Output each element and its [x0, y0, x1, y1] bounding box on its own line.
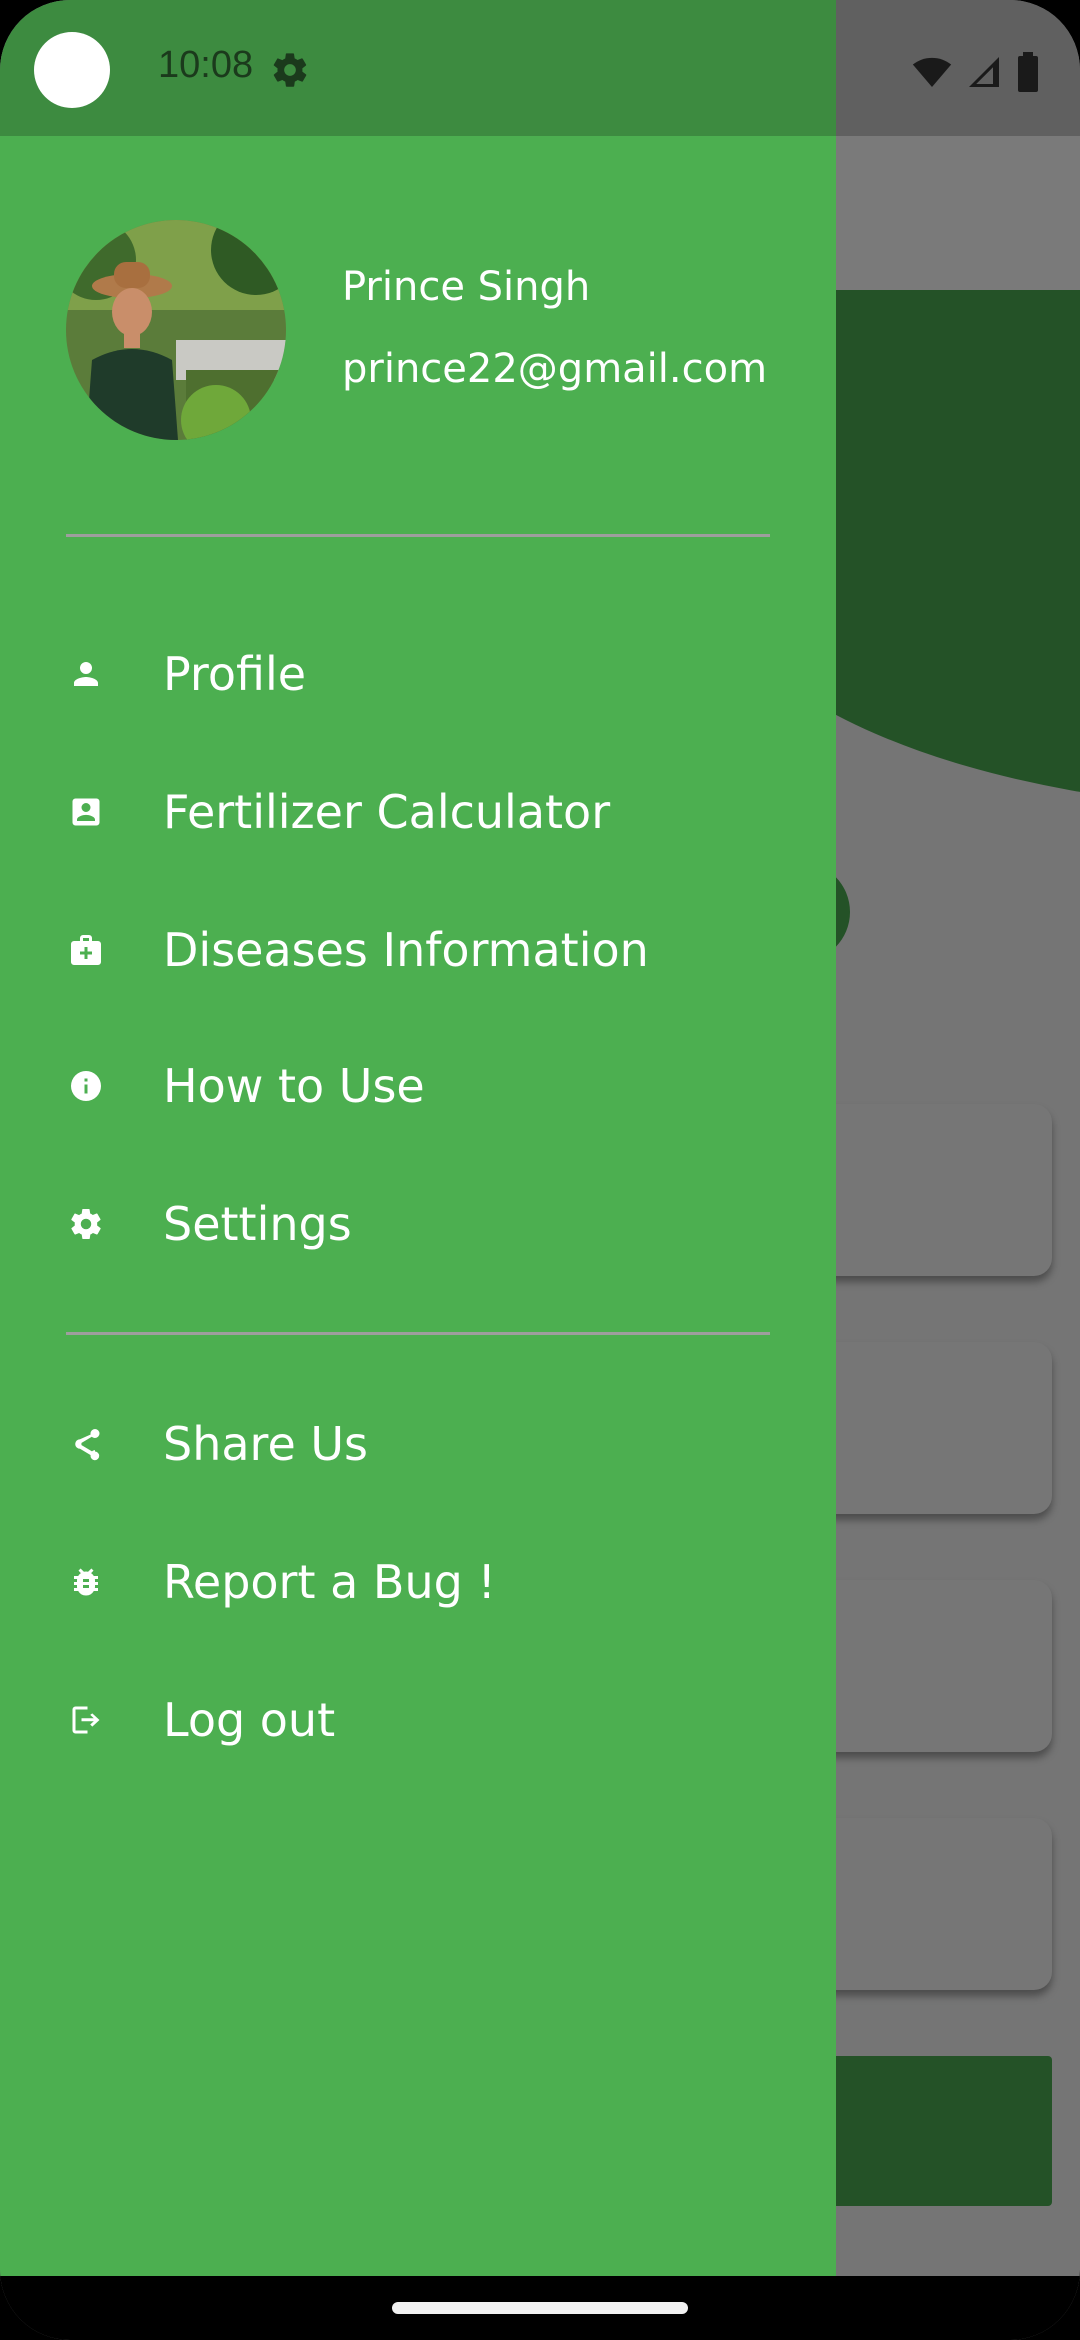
info-icon — [66, 1066, 106, 1106]
menu-item-label: Share Us — [163, 1417, 369, 1471]
bug-icon — [66, 1562, 106, 1602]
camera-cutout — [34, 32, 110, 108]
menu-item-settings[interactable]: Settings — [0, 1164, 836, 1284]
menu-item-label: How to Use — [163, 1059, 425, 1113]
user-name: Prince Singh — [342, 264, 591, 310]
divider — [66, 534, 770, 537]
status-bar-tinted — [0, 0, 836, 136]
menu-item-how-to-use[interactable]: How to Use — [0, 1026, 836, 1146]
menu-item-label: Settings — [163, 1197, 352, 1251]
menu-item-fertilizer-calculator[interactable]: Fertilizer Calculator — [0, 752, 836, 872]
contact-card-icon — [66, 792, 106, 832]
menu-item-label: Profile — [163, 647, 307, 701]
divider — [66, 1332, 770, 1335]
gear-icon — [66, 1204, 106, 1244]
share-icon — [66, 1424, 106, 1464]
menu-item-label: Report a Bug ! — [163, 1555, 496, 1609]
menu-item-label: Fertilizer Calculator — [163, 785, 611, 839]
avatar[interactable] — [66, 220, 286, 440]
cell-signal-icon — [966, 54, 1002, 94]
menu-item-profile[interactable]: Profile — [0, 614, 836, 734]
menu-item-report-bug[interactable]: Report a Bug ! — [0, 1522, 836, 1642]
device-screen: 10:08 Prince Singh prince22@gmail.com Pr… — [0, 0, 1080, 2340]
medical-kit-icon — [66, 930, 106, 970]
menu-item-label: Diseases Information — [163, 923, 649, 977]
logout-icon — [66, 1700, 106, 1740]
menu-item-diseases-information[interactable]: Diseases Information — [0, 890, 836, 1010]
battery-icon — [1016, 52, 1040, 96]
navigation-drawer: Prince Singh prince22@gmail.com Profile … — [0, 136, 836, 2276]
status-icons — [912, 52, 1040, 96]
settings-notification-icon — [270, 50, 310, 90]
person-icon — [66, 654, 106, 694]
menu-item-log-out[interactable]: Log out — [0, 1660, 836, 1780]
menu-item-label: Log out — [163, 1693, 336, 1747]
menu-item-share-us[interactable]: Share Us — [0, 1384, 836, 1504]
wifi-icon — [912, 52, 952, 96]
status-bar: 10:08 — [0, 0, 1080, 136]
status-time: 10:08 — [158, 44, 254, 86]
home-gesture-handle[interactable] — [392, 2302, 688, 2314]
user-email: prince22@gmail.com — [342, 346, 768, 392]
